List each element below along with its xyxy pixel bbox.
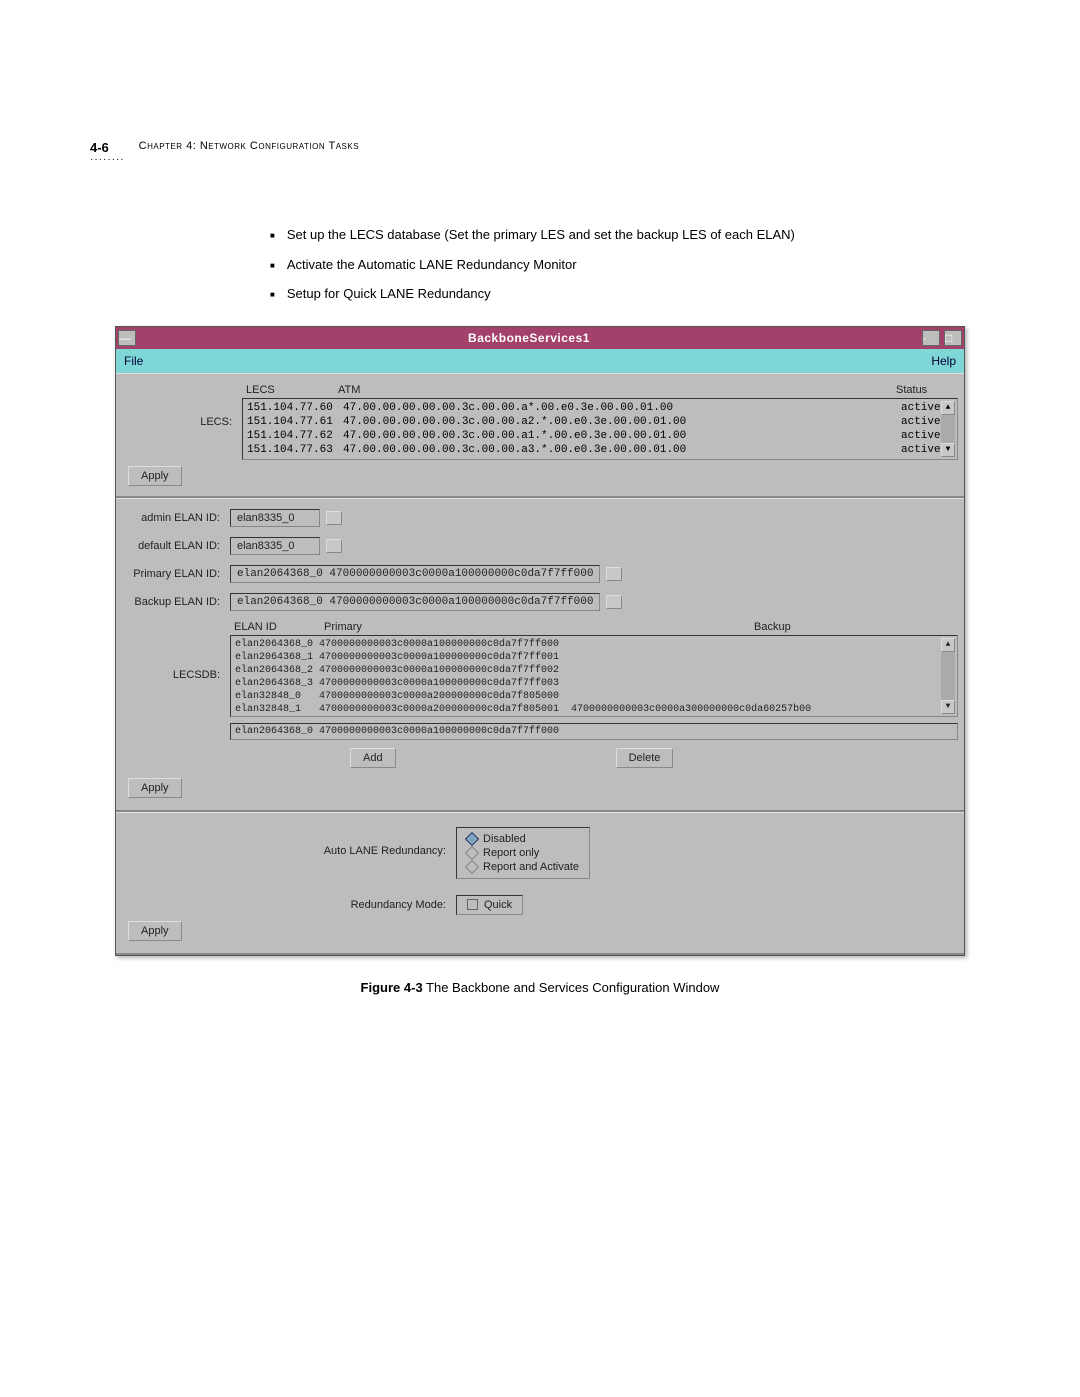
lecsdb-label: LECSDB:: [122, 621, 230, 681]
window-title: BackboneServices1: [138, 331, 920, 345]
radio-report-activate[interactable]: Report and Activate: [467, 860, 579, 874]
bullet-icon: ■: [270, 260, 275, 275]
backbone-services-window: — BackboneServices1 · □ File Help LECS:: [115, 326, 965, 956]
diamond-icon: [465, 859, 479, 873]
menu-help[interactable]: Help: [931, 354, 956, 368]
maximize-button[interactable]: □: [944, 330, 962, 346]
figure-caption: Figure 4-3 The Backbone and Services Con…: [90, 980, 990, 995]
lecsdb-hdr-id: ELAN ID: [234, 621, 324, 633]
apply-button[interactable]: Apply: [128, 921, 182, 941]
primary-elan-dropdown[interactable]: elan2064368_0 4700000000003c0000a1000000…: [230, 565, 600, 583]
window-menu-button[interactable]: —: [118, 330, 136, 346]
scroll-down-icon[interactable]: ▼: [941, 443, 955, 457]
redundancy-mode-label: Redundancy Mode:: [122, 899, 456, 911]
diamond-icon: [465, 831, 479, 845]
bullet-icon: ■: [270, 230, 275, 245]
admin-elan-label: admin ELAN ID:: [122, 512, 230, 524]
dropdown-handle-icon[interactable]: [606, 595, 622, 609]
redundancy-mode-checkbox[interactable]: Quick: [456, 895, 523, 915]
table-row: 151.104.77.6047.00.00.00.00.00.3c.00.00.…: [247, 401, 953, 415]
add-button[interactable]: Add: [350, 748, 396, 768]
delete-button[interactable]: Delete: [616, 748, 674, 768]
radio-report-only[interactable]: Report only: [467, 846, 579, 860]
scroll-down-icon[interactable]: ▼: [941, 700, 955, 714]
backup-elan-label: Backup ELAN ID:: [122, 596, 230, 608]
bullet-icon: ■: [270, 289, 275, 304]
list-item: elan32848_1 4700000000003c0000a200000000…: [235, 703, 953, 716]
redundancy-panel: Auto LANE Redundancy: Disabled Report on…: [116, 812, 964, 955]
diamond-icon: [465, 845, 479, 859]
menu-file[interactable]: File: [124, 354, 143, 368]
lecs-list[interactable]: 151.104.77.6047.00.00.00.00.00.3c.00.00.…: [242, 398, 958, 460]
table-row: 151.104.77.6247.00.00.00.00.00.3c.00.00.…: [247, 429, 953, 443]
lecs-hdr-atm: ATM: [338, 384, 896, 396]
bullet-text: Activate the Automatic LANE Redundancy M…: [287, 255, 577, 275]
lecsdb-input[interactable]: elan2064368_0 4700000000003c0000a1000000…: [230, 723, 958, 740]
bullet-text: Set up the LECS database (Set the primar…: [287, 225, 795, 245]
checkbox-icon: [467, 899, 478, 910]
lecsdb-hdr-backup: Backup: [754, 621, 954, 633]
elan-form-panel: admin ELAN ID: elan8335_0 default ELAN I…: [116, 498, 964, 812]
dropdown-handle-icon[interactable]: [326, 511, 342, 525]
list-item: elan2064368_0 4700000000003c0000a1000000…: [235, 638, 953, 651]
scroll-up-icon[interactable]: ▲: [941, 401, 955, 415]
primary-elan-label: Primary ELAN ID:: [122, 568, 230, 580]
scroll-up-icon[interactable]: ▲: [941, 638, 955, 652]
lecs-panel: LECS: LECS ATM Status 151.104.77.6047.00…: [116, 373, 964, 498]
lecs-hdr-status: Status: [896, 384, 954, 396]
backup-elan-dropdown[interactable]: elan2064368_0 4700000000003c0000a1000000…: [230, 593, 600, 611]
lecs-label: LECS:: [122, 382, 242, 428]
page-number: 4-6: [90, 140, 125, 155]
menubar: File Help: [116, 349, 964, 373]
lecsdb-header: ELAN ID Primary Backup: [230, 621, 958, 635]
lecs-table-header: LECS ATM Status: [242, 382, 958, 398]
auto-lane-redundancy-label: Auto LANE Redundancy:: [122, 827, 456, 857]
default-elan-label: default ELAN ID:: [122, 540, 230, 552]
list-item: elan32848_0 4700000000003c0000a200000000…: [235, 690, 953, 703]
apply-button[interactable]: Apply: [128, 466, 182, 486]
dropdown-handle-icon[interactable]: [326, 539, 342, 553]
dropdown-handle-icon[interactable]: [606, 567, 622, 581]
lecsdb-hdr-primary: Primary: [324, 621, 754, 633]
chapter-title: Chapter 4: Network Configuration Tasks: [139, 140, 359, 152]
lecsdb-list[interactable]: elan2064368_0 4700000000003c0000a1000000…: [230, 635, 958, 717]
table-row: 151.104.77.6147.00.00.00.00.00.3c.00.00.…: [247, 415, 953, 429]
table-row: 151.104.77.6347.00.00.00.00.00.3c.00.00.…: [247, 443, 953, 457]
list-item: elan2064368_1 4700000000003c0000a1000000…: [235, 651, 953, 664]
titlebar: — BackboneServices1 · □: [116, 327, 964, 349]
default-elan-dropdown[interactable]: elan8335_0: [230, 537, 320, 555]
minimize-button[interactable]: ·: [922, 330, 940, 346]
radio-disabled[interactable]: Disabled: [467, 832, 579, 846]
bullet-text: Setup for Quick LANE Redundancy: [287, 284, 491, 304]
lecs-hdr-lecs: LECS: [246, 384, 338, 396]
list-item: elan2064368_3 4700000000003c0000a1000000…: [235, 677, 953, 690]
list-item: elan2064368_2 4700000000003c0000a1000000…: [235, 664, 953, 677]
admin-elan-dropdown[interactable]: elan8335_0: [230, 509, 320, 527]
scrollbar[interactable]: ▲ ▼: [941, 638, 955, 714]
redundancy-radio-group: Disabled Report only Report and Activate: [456, 827, 590, 879]
header-dots: ········: [90, 154, 125, 165]
scrollbar[interactable]: ▲ ▼: [941, 401, 955, 457]
apply-button[interactable]: Apply: [128, 778, 182, 798]
